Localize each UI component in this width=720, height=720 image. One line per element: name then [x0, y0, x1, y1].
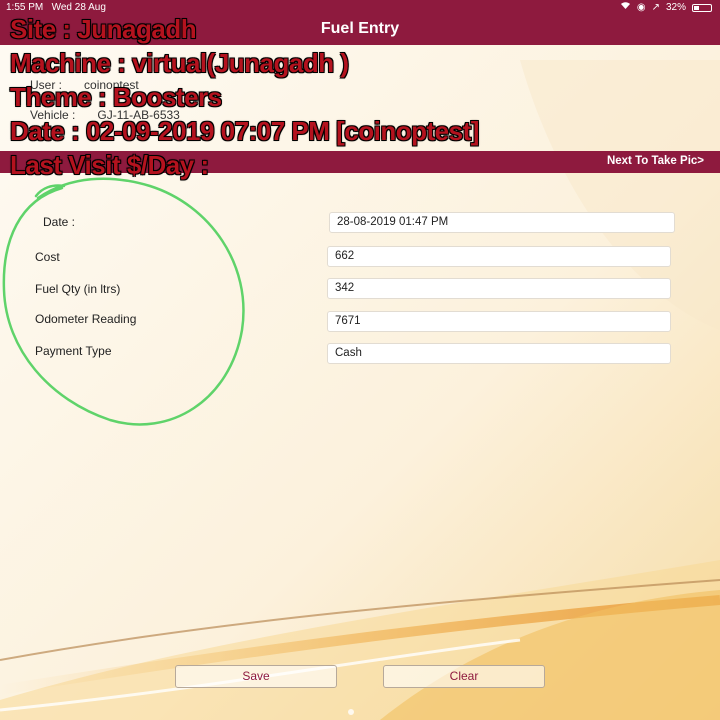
status-indicators: ◉ ↗ 32%	[620, 1, 712, 14]
odometer-label: Odometer Reading	[35, 312, 137, 326]
cost-field[interactable]: 662	[327, 246, 671, 267]
clear-button[interactable]: Clear	[383, 665, 545, 688]
bluetooth-icon: ↗	[651, 1, 660, 13]
date-field[interactable]: 28-08-2019 01:47 PM	[329, 212, 675, 233]
overlay-theme: Theme : Boosters	[10, 82, 222, 112]
payment-type-label: Payment Type	[35, 344, 112, 358]
fuel-qty-label: Fuel Qty (in ltrs)	[35, 282, 121, 296]
battery-icon	[692, 3, 712, 12]
battery-percent: 32%	[665, 2, 686, 13]
odometer-field[interactable]: 7671	[327, 311, 671, 332]
fuel-qty-field[interactable]: 342	[327, 278, 671, 299]
next-to-take-pic-button[interactable]: Next To Take Pic>	[607, 155, 704, 167]
date-label: Date :	[43, 215, 76, 229]
battery-fill	[694, 5, 699, 10]
overlay-machine: Machine : virtual(Junagadh )	[10, 48, 349, 78]
overlay-site: Site : Junagadh	[10, 14, 197, 44]
wifi-icon	[620, 1, 631, 14]
home-indicator	[348, 709, 354, 715]
save-button[interactable]: Save	[175, 665, 337, 688]
overlay-last-visit: Last Visit $/Day :	[10, 150, 209, 180]
location-icon: ◉	[636, 1, 646, 13]
overlay-date: Date : 02-09-2019 07:07 PM [coinoptest]	[10, 116, 479, 146]
payment-type-field[interactable]: Cash	[327, 343, 671, 364]
watermark-overlay: Site : Junagadh Machine : virtual(Junaga…	[10, 12, 479, 182]
cost-label: Cost	[35, 250, 60, 264]
